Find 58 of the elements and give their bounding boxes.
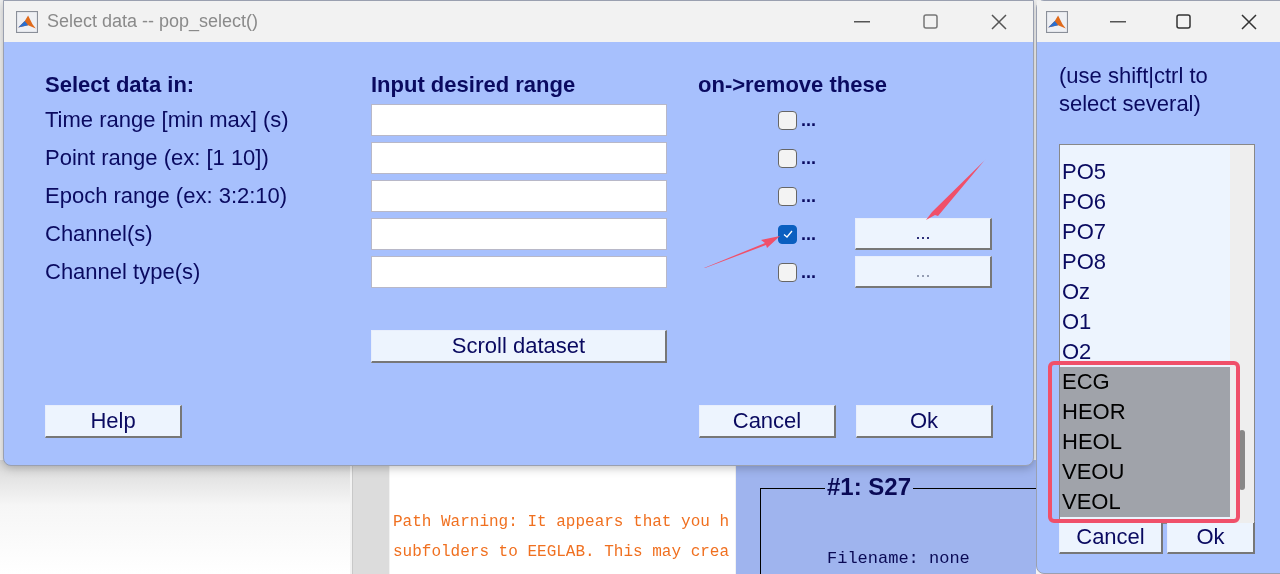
checkbox-label: ...	[801, 223, 816, 245]
scrollbar[interactable]	[1230, 145, 1254, 523]
list-item[interactable]: PO5	[1060, 157, 1230, 187]
input-field[interactable]	[371, 142, 667, 174]
input-field[interactable]	[371, 180, 667, 212]
console-line: subfolders to EEGLAB. This may crea	[392, 542, 731, 563]
ok-button[interactable]: Ok	[856, 405, 993, 438]
cancel-button[interactable]: Cancel	[1059, 521, 1163, 554]
app-icon	[16, 10, 38, 33]
checkbox[interactable]	[778, 148, 797, 168]
list-item[interactable]: VEOU	[1060, 457, 1230, 487]
help-button[interactable]: Help	[45, 405, 182, 438]
list-item[interactable]: O2	[1060, 337, 1230, 367]
list-item[interactable]: Oz	[1060, 277, 1230, 307]
browse-button: ...	[855, 256, 992, 288]
list-item[interactable]: VEOL	[1060, 487, 1230, 517]
minimize-icon[interactable]	[1110, 20, 1126, 23]
close-icon[interactable]	[1241, 13, 1257, 30]
checkbox-label: ...	[801, 261, 816, 283]
list-item[interactable]: HEOL	[1060, 427, 1230, 457]
checkbox[interactable]	[778, 186, 797, 206]
input-field[interactable]	[371, 218, 667, 250]
checkbox[interactable]	[778, 224, 797, 244]
list-item[interactable]: HEOR	[1060, 397, 1230, 427]
list-item[interactable]: ECG	[1060, 367, 1230, 397]
check-icon	[781, 228, 794, 240]
field-label: Channel(s)	[45, 221, 154, 247]
list-item[interactable]: O1	[1060, 307, 1230, 337]
scroll-thumb[interactable]	[1239, 430, 1245, 490]
field-label: Channel type(s)	[45, 259, 202, 285]
minimize-icon[interactable]	[854, 20, 870, 23]
window-title: Select data -- pop_select()	[47, 11, 259, 32]
list-item[interactable]: PO6	[1060, 187, 1230, 217]
field-label: Time range [min max] (s)	[45, 107, 290, 133]
ok-button[interactable]: Ok	[1167, 521, 1255, 554]
column-header: on->remove these	[697, 72, 888, 98]
checkbox-label: ...	[801, 109, 816, 131]
column-header: Select data in:	[45, 72, 196, 98]
input-field[interactable]	[371, 104, 667, 136]
field-label: Epoch range (ex: 3:2:10)	[45, 183, 289, 209]
list-item[interactable]: PO7	[1060, 217, 1230, 247]
checkbox-label: ...	[801, 185, 816, 207]
app-icon	[1046, 10, 1068, 33]
column-header: Input desired range	[371, 72, 577, 98]
info-line: Filename: none	[827, 549, 971, 568]
checkbox[interactable]	[778, 262, 797, 282]
close-icon[interactable]	[991, 13, 1007, 30]
hint-text: (use shift|ctrl to select several)	[1059, 62, 1209, 118]
checkbox[interactable]	[778, 110, 797, 130]
console-line: Path Warning: It appears that you h	[392, 512, 731, 533]
list-item[interactable]: PO8	[1060, 247, 1230, 277]
browse-button[interactable]: ...	[855, 218, 992, 250]
field-label: Point range (ex: [1 10])	[45, 145, 270, 171]
scroll-dataset-button[interactable]: Scroll dataset	[371, 330, 667, 363]
maximize-icon[interactable]	[1176, 14, 1191, 29]
checkbox-label: ...	[801, 147, 816, 169]
input-field[interactable]	[371, 256, 667, 288]
cancel-button[interactable]: Cancel	[699, 405, 836, 438]
